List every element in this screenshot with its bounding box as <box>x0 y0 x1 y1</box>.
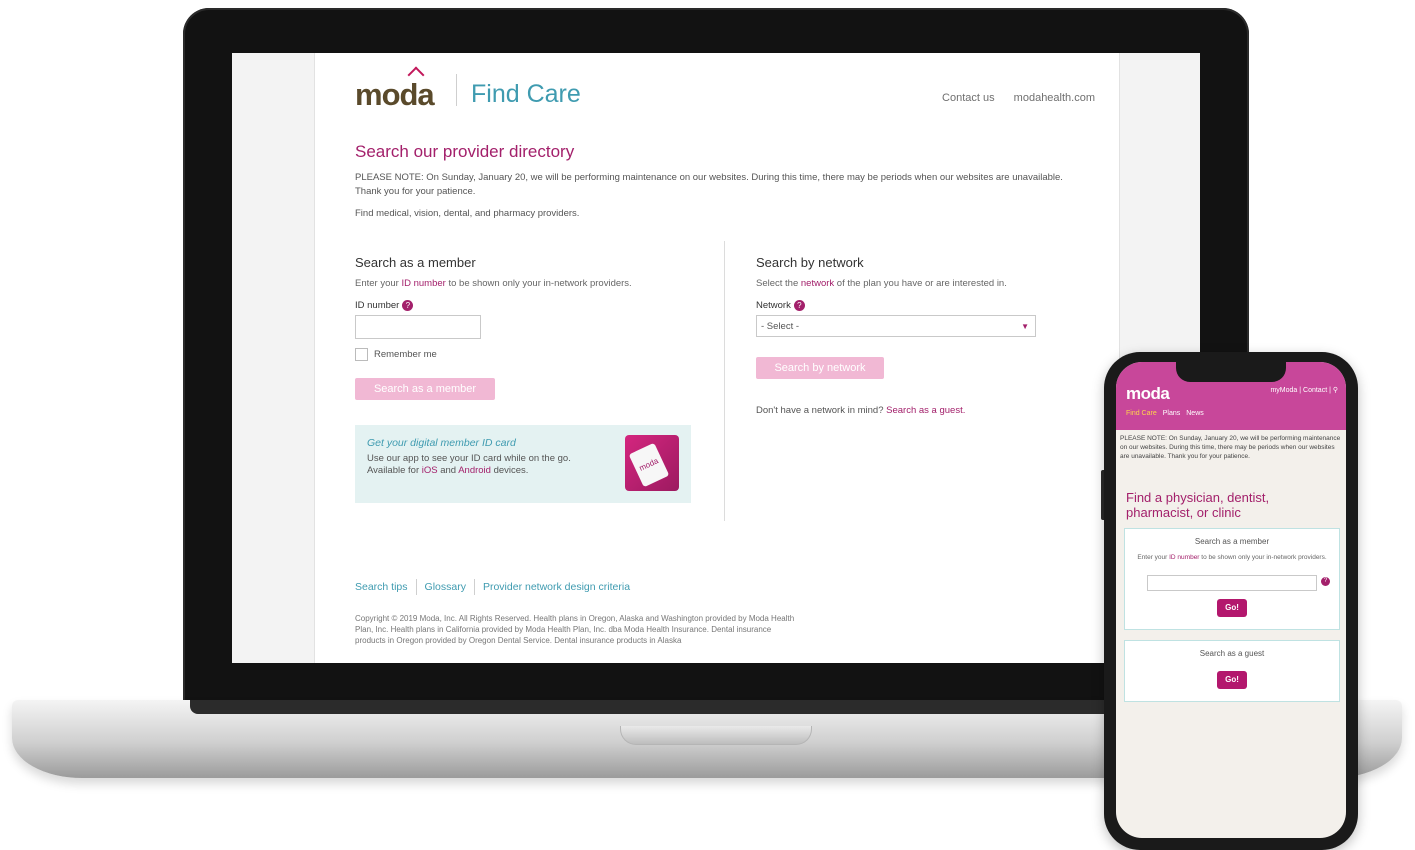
search-tips-link[interactable]: Search tips <box>355 581 408 593</box>
promo-line-2: Available for iOS and Android devices. <box>367 465 617 477</box>
search-icon[interactable]: ⚲ <box>1333 387 1338 394</box>
network-section-title: Search by network <box>756 255 864 270</box>
mobile-guest-title: Search as a guest <box>1199 649 1265 658</box>
provider-types-text: Find medical, vision, dental, and pharma… <box>355 208 580 219</box>
find-care-title: Find Care <box>471 80 581 108</box>
guest-prefix: Don't have a network in mind? <box>756 405 887 416</box>
footer-separator <box>415 579 417 595</box>
promo-line-2-suffix: devices. <box>490 465 529 476</box>
maintenance-notice: PLEASE NOTE: On Sunday, January 20, we w… <box>355 172 1063 197</box>
contact-us-link[interactable]: Contact us <box>942 92 995 104</box>
mobile-member-box: Search as a member Enter your ID number … <box>1124 528 1340 630</box>
copyright-text: Copyright © 2019 Moda, Inc. All Rights R… <box>355 614 795 645</box>
remember-me-label: Remember me <box>374 349 437 361</box>
id-card-icon: moda <box>625 435 679 491</box>
search-as-member-button[interactable]: Search as a member <box>355 378 495 400</box>
network-label: Network? <box>756 300 805 311</box>
network-label-text: Network <box>756 300 791 312</box>
android-link[interactable]: Android <box>458 465 491 476</box>
mobile-member-desc: Enter your ID number to be shown only yo… <box>1137 553 1327 562</box>
network-desc-prefix: Select the <box>756 278 801 289</box>
nav-news[interactable]: News <box>1186 410 1204 417</box>
help-icon[interactable]: ? <box>793 300 805 311</box>
provider-directory-page: moda Find Care Contact us modahealth.com… <box>314 53 1120 663</box>
mobile-nav: Find Care Plans News <box>1126 410 1210 417</box>
search-by-network-button[interactable]: Search by network <box>756 357 884 379</box>
remember-me-checkbox[interactable] <box>355 348 368 361</box>
network-link[interactable]: network <box>801 278 834 289</box>
moda-logo[interactable]: moda <box>355 77 435 113</box>
mobile-maintenance-notice: PLEASE NOTE: On Sunday, January 20, we w… <box>1120 435 1341 460</box>
remember-me[interactable]: Remember me <box>355 348 437 361</box>
header-divider <box>456 74 457 106</box>
promo-line-2-mid: and <box>437 465 459 476</box>
header-links: Contact us modahealth.com <box>926 92 1095 104</box>
network-select-value: - Select - <box>761 321 800 332</box>
network-desc-suffix: of the plan you have or are interested i… <box>834 278 1007 289</box>
mobile-id-input[interactable] <box>1147 575 1317 591</box>
member-section-title: Search as a member <box>355 255 476 270</box>
page-title: Search our provider directory <box>355 142 575 161</box>
footer-separator <box>473 579 475 595</box>
mobile-top-links: myModa | Contact | ⚲ <box>1270 387 1338 394</box>
nav-plans[interactable]: Plans <box>1163 410 1181 417</box>
mobile-member-title: Search as a member <box>1194 537 1270 546</box>
network-select[interactable]: - Select - ▼ <box>756 315 1036 337</box>
glossary-link[interactable]: Glossary <box>425 581 466 593</box>
promo-line-2-prefix: Available for <box>367 465 422 476</box>
footer-links: Search tips Glossary Provider network desi… <box>355 579 630 595</box>
search-as-guest-link[interactable]: Search as a guest. <box>886 405 965 416</box>
id-number-link[interactable]: ID number <box>401 278 445 289</box>
member-desc-suffix: to be shown only your in-network provide… <box>445 278 632 289</box>
mobile-moda-logo[interactable]: moda <box>1126 384 1170 404</box>
network-criteria-link[interactable]: Provider network design criteria <box>483 581 630 593</box>
member-section-desc: Enter your ID number to be shown only yo… <box>355 278 632 289</box>
phone-screen: moda myModa | Contact | ⚲ Find Care Plans… <box>1116 362 1346 838</box>
guest-search-line: Don't have a network in mind? Search as … <box>756 405 965 416</box>
mymoda-link[interactable]: myModa <box>1270 387 1297 394</box>
mobile-guest-go-button[interactable]: Go! <box>1217 671 1247 689</box>
network-section-desc: Select the network of the plan you have … <box>756 278 1007 289</box>
promo-title[interactable]: Get your digital member ID card <box>367 437 516 449</box>
phone-device: moda myModa | Contact | ⚲ Find Care Plans… <box>1104 352 1358 850</box>
nav-find-care[interactable]: Find Care <box>1126 410 1157 417</box>
mobile-member-go-button[interactable]: Go! <box>1217 599 1247 617</box>
laptop-trackpad-notch <box>620 726 812 745</box>
mobile-contact-link[interactable]: Contact <box>1303 387 1327 394</box>
modahealth-link[interactable]: modahealth.com <box>1014 92 1095 104</box>
column-divider <box>724 241 725 521</box>
mobile-guest-box: Search as a guest Go! <box>1124 640 1340 702</box>
id-number-input[interactable] <box>355 315 481 339</box>
phone-notch <box>1176 362 1286 382</box>
mobile-heading: Find a physician, dentist, pharmacist, o… <box>1126 490 1270 520</box>
id-number-label: ID number? <box>355 300 414 312</box>
promo-line-1: Use our app to see your ID card while on… <box>367 453 571 464</box>
id-number-label-text: ID number <box>355 300 400 312</box>
mobile-id-number-link[interactable]: ID number <box>1169 554 1199 561</box>
help-icon[interactable]: ? <box>1321 577 1330 586</box>
help-icon[interactable]: ? <box>402 300 414 311</box>
member-desc-prefix: Enter your <box>355 278 402 289</box>
chevron-down-icon: ▼ <box>1021 322 1029 331</box>
promo-text: Use our app to see your ID card while on… <box>367 453 617 477</box>
digital-id-promo: Get your digital member ID card Use our … <box>355 425 691 503</box>
laptop-screen: moda Find Care Contact us modahealth.com… <box>232 53 1200 663</box>
ios-link[interactable]: iOS <box>422 465 438 476</box>
mobile-desc-suffix: to be shown only your in-network provide… <box>1199 554 1327 561</box>
id-card-label: moda <box>628 442 670 488</box>
mobile-desc-prefix: Enter your <box>1137 554 1170 561</box>
laptop-hinge <box>190 700 1240 714</box>
